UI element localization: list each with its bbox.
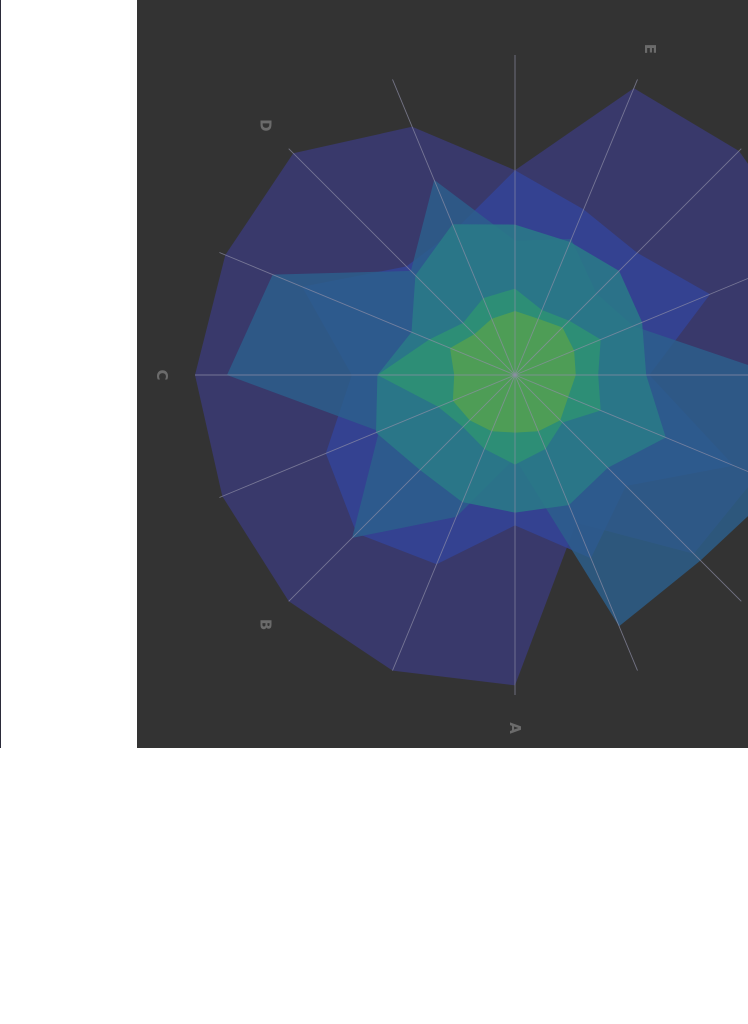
chart-panel: A B C D E xyxy=(137,0,748,748)
screenshot-canvas: A B C D E xyxy=(0,0,748,1024)
axis-label-D: D xyxy=(256,119,274,131)
axis-label-C: C xyxy=(153,369,171,380)
axis-label-E: E xyxy=(641,44,659,54)
axis-label-A: A xyxy=(506,722,524,734)
axis-label-B: B xyxy=(256,619,274,630)
radar-chart: A B C D E xyxy=(153,44,748,734)
window-left-edge xyxy=(0,0,1,748)
series-layer xyxy=(195,88,748,686)
